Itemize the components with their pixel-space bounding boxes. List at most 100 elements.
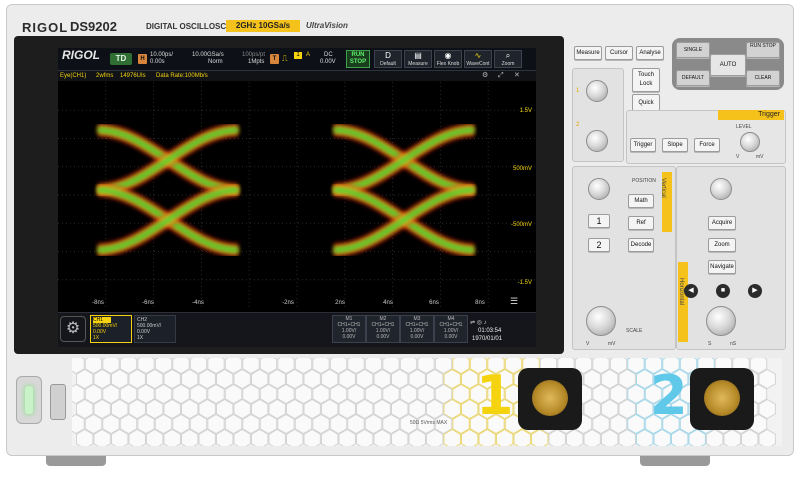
- stop-icon[interactable]: ■: [716, 284, 730, 298]
- acquire-button[interactable]: Acquire: [708, 216, 736, 230]
- run-stop-panel-button[interactable]: RUN STOP: [746, 42, 780, 58]
- hscale-unit-ns: nS: [730, 341, 737, 347]
- ch1-bnc-connector[interactable]: [518, 368, 582, 430]
- trigger-icon[interactable]: T: [270, 54, 279, 64]
- math-channel-box[interactable]: M4 CH1+CH1 1.00V/0.00V: [434, 315, 468, 343]
- ch1-button[interactable]: 1: [588, 214, 610, 228]
- data-rate: Data Rate:100Mb/s: [156, 73, 208, 79]
- hex-cell: [329, 383, 348, 405]
- knob1-label: 1: [576, 88, 580, 94]
- flex-knob-button[interactable]: ◉ Flex Knob: [434, 50, 462, 68]
- vertical-scale-knob[interactable]: [586, 306, 616, 336]
- hex-cell: [137, 413, 155, 435]
- hex-cell: [312, 413, 330, 435]
- measure-button[interactable]: Measure: [574, 46, 602, 60]
- hex-cell: [312, 383, 330, 405]
- x-tick-label: 6ns: [429, 300, 439, 306]
- hex-cell: [452, 413, 470, 435]
- vscale-unit-mv: mV: [608, 341, 616, 347]
- trigger-edge-icon: ⎍: [282, 54, 288, 63]
- math-button[interactable]: Math: [628, 194, 654, 208]
- cursor-button[interactable]: Cursor: [605, 46, 633, 60]
- zoom-button[interactable]: Zoom: [708, 238, 736, 252]
- usb-port[interactable]: [50, 384, 66, 420]
- trigger-coupling[interactable]: DC: [324, 52, 333, 59]
- expand-icon[interactable]: ⤢: [498, 72, 504, 79]
- auto-button[interactable]: AUTO: [710, 54, 746, 76]
- wavecont-button[interactable]: ∿ WaveCont: [464, 50, 492, 68]
- ch2-bnc-connector[interactable]: [690, 368, 754, 430]
- prev-icon[interactable]: ◀: [684, 284, 698, 298]
- force-button[interactable]: Force: [694, 138, 720, 152]
- default-button[interactable]: D Default: [374, 50, 402, 68]
- zoom-toolbar-button[interactable]: ⌕ Zoom: [494, 50, 522, 68]
- hex-cell: [224, 413, 243, 435]
- next-icon[interactable]: ▶: [748, 284, 762, 298]
- position-label: POSITION: [632, 178, 656, 184]
- brand-logo: RIGOL: [22, 20, 69, 35]
- single-button[interactable]: SINGLE: [676, 42, 710, 58]
- decode-button[interactable]: Decode: [628, 238, 654, 252]
- time-domain-button[interactable]: TD: [110, 53, 132, 65]
- x-tick-label: -6ns: [142, 300, 154, 306]
- hex-cell: [189, 413, 208, 435]
- ch2-info[interactable]: CH2 500.00mV/ 0.00V 1X: [134, 315, 176, 343]
- hex-cell: [382, 413, 400, 435]
- settings-icon[interactable]: ⚙: [482, 72, 488, 79]
- measure-toolbar-button[interactable]: ▤ Measure: [404, 50, 432, 68]
- input-warning: 50Ω 5Vrms MAX: [410, 420, 448, 426]
- horizontal-icon[interactable]: H: [138, 54, 147, 64]
- hex-cell: [627, 383, 645, 405]
- menu-icon[interactable]: ☰: [510, 296, 518, 306]
- trigger-type[interactable]: A: [306, 52, 310, 59]
- touch-lock-button[interactable]: Touch Lock: [632, 68, 660, 92]
- hex-cell: [259, 413, 278, 435]
- trigger-channel[interactable]: 1: [294, 52, 302, 59]
- hex-cell: [277, 413, 295, 435]
- navigate-button[interactable]: Navigate: [708, 260, 736, 274]
- ref-button[interactable]: Ref: [628, 216, 654, 230]
- multipurpose-knob-2[interactable]: [586, 130, 608, 152]
- clear-button[interactable]: CLEAR: [746, 70, 780, 86]
- horizontal-position-knob[interactable]: [710, 178, 732, 200]
- memory-depth[interactable]: 1Mpts: [248, 59, 264, 66]
- h-scale[interactable]: 10.00ps/: [150, 52, 173, 59]
- math-channel-box[interactable]: M1 CH1+CH1 1.00V/0.00V: [332, 315, 366, 343]
- clock-date: 1970/01/01: [472, 336, 503, 342]
- ch1-info[interactable]: CH1 500.00mV/ 0.00V 1X: [90, 315, 132, 343]
- hex-cell: [154, 413, 173, 435]
- trigger-level-knob[interactable]: [740, 132, 760, 152]
- horizontal-scale-knob[interactable]: [706, 306, 736, 336]
- multipurpose-knob-1[interactable]: [586, 80, 608, 102]
- y-tick-label: 1.5V: [520, 108, 532, 114]
- slope-button[interactable]: Slope: [662, 138, 688, 152]
- analyse-button[interactable]: Analyse: [636, 46, 664, 60]
- hex-cell: [347, 383, 365, 405]
- close-icon[interactable]: ✕: [514, 72, 520, 79]
- ch2-button[interactable]: 2: [588, 238, 610, 252]
- power-led: [25, 386, 33, 414]
- clock-time: 01:03:54: [478, 328, 502, 334]
- hex-cell: [172, 413, 190, 435]
- eye-diagram-plot[interactable]: 1.5V 500mV -500mV -1.5V -8ns -6ns -4ns -2ns 2ns…: [58, 82, 536, 308]
- run-stop-button[interactable]: RUN STOP: [346, 50, 370, 68]
- h-offset[interactable]: 0.00s: [150, 59, 165, 66]
- x-tick-label: 8ns: [475, 300, 485, 306]
- toolbar-logo[interactable]: RIGOL: [62, 49, 100, 61]
- magnifier-icon: ⌕: [505, 51, 511, 60]
- math-channel-box[interactable]: M2 CH1+CH1 1.00V/0.00V: [366, 315, 400, 343]
- vertical-section-label: Vertical: [660, 178, 666, 198]
- vertical-position-knob[interactable]: [588, 178, 610, 200]
- waveform-count: 2wfms: [96, 73, 114, 79]
- hex-cell: [224, 383, 243, 405]
- level-label: LEVEL: [736, 124, 752, 130]
- hex-cell: [154, 383, 173, 405]
- math-channel-box[interactable]: M3 CH1+CH1 1.00V/0.00V: [400, 315, 434, 343]
- trigger-menu-button[interactable]: Trigger: [630, 138, 656, 152]
- default-panel-button[interactable]: DEFAULT: [676, 70, 710, 86]
- sample-rate[interactable]: 10.00GSa/s: [192, 52, 224, 59]
- x-tick-label: -2ns: [282, 300, 294, 306]
- acquire-mode[interactable]: Norm: [208, 59, 223, 66]
- home-gear-icon[interactable]: ⚙: [60, 316, 86, 342]
- trigger-level[interactable]: 0.00V: [320, 59, 336, 66]
